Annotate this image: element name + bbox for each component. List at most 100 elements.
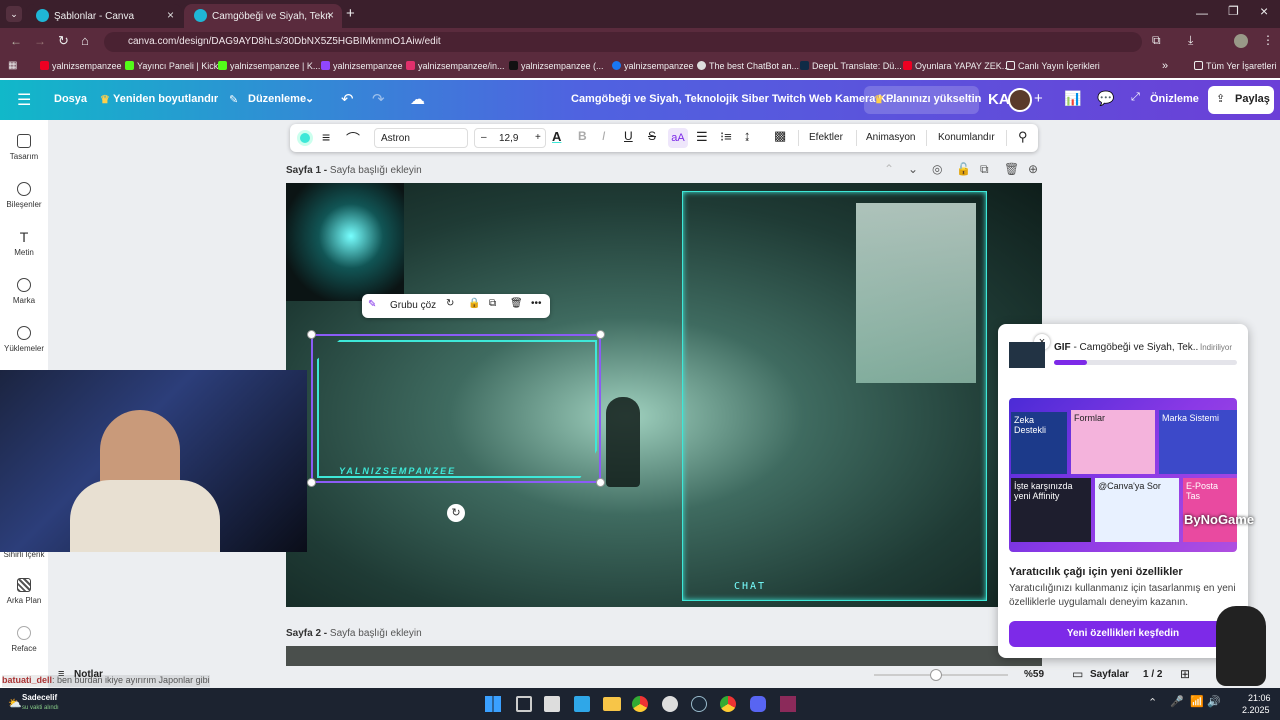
font-size-value[interactable]: 12,9 [499,133,518,144]
pages-button[interactable]: Sayfalar [1090,669,1129,680]
github-icon[interactable] [662,696,678,712]
text-color-icon[interactable]: A [552,129,561,144]
lock-icon[interactable]: 🔓 [956,162,971,176]
sidebar-item-uploads[interactable]: Yüklemeler [0,326,48,353]
share-button[interactable]: ⇪ Paylaş [1208,86,1274,114]
microphone-icon[interactable]: 🎤 [1170,695,1184,708]
cloud-sync-icon[interactable]: ☁ [410,90,425,108]
bookmark-item[interactable]: The best ChatBot an... [697,61,799,71]
hamburger-menu-icon[interactable]: ☰ [17,90,31,110]
sidebar-item-reface[interactable]: Reface [0,626,48,653]
bookmark-item[interactable]: DeepL Translate: Dü... [800,61,902,71]
zoom-slider-knob[interactable] [930,669,942,681]
chevron-down-icon[interactable]: ⌄ [908,162,918,176]
more-bookmarks-icon[interactable]: » [1162,60,1168,72]
grid-view-icon[interactable]: ⊞ [1180,667,1190,681]
bookmark-item[interactable]: Canlı Yayın İçerikleri [1006,61,1100,71]
align-icon[interactable]: ☰ [696,129,708,145]
bookmark-item[interactable]: yalnizsempanzee [40,61,122,71]
effects-button[interactable]: Efektler [809,132,843,143]
home-icon[interactable]: ⌂ [81,33,89,48]
volume-icon[interactable]: 🔊 [1207,695,1221,708]
url-field[interactable]: canva.com/design/DAG9AYD8hLs/30DbNX5Z5HG… [104,32,1142,52]
copy-style-icon[interactable]: ⚲ [1018,129,1028,145]
lock-icon[interactable]: 🔒 [468,298,480,309]
zoom-slider[interactable] [874,669,1008,681]
rotate-handle-icon[interactable]: ↻ [447,504,465,522]
spacing-icon[interactable]: ↨ [744,128,751,143]
underline-icon[interactable]: U [624,129,633,143]
weather-icon[interactable]: ⛅ [8,697,22,710]
bookmark-item[interactable]: Oyunlara YAPAY ZEK... [903,61,1009,71]
menu-dots-icon[interactable]: ⋮ [1262,33,1274,47]
new-tab-icon[interactable]: + [346,5,355,22]
magic-wand-icon[interactable]: ✎ [368,299,376,310]
font-size-stepper[interactable]: – 12,9 + [474,128,546,148]
maximize-icon[interactable]: ❐ [1228,4,1239,18]
start-icon[interactable] [485,696,501,712]
trash-icon[interactable]: 🗑 [1004,162,1019,176]
selected-webcam-frame[interactable]: YALNIZSEMPANZEE [307,330,605,487]
close-window-icon[interactable]: × [1260,3,1268,19]
chevron-up-icon[interactable]: ⌃ [884,162,894,176]
ungroup-button[interactable]: Grubu çöz [390,300,436,311]
extensions-icon[interactable]: ⧉ [1152,33,1161,48]
position-button[interactable]: Konumlandır [938,132,995,143]
clock-date[interactable]: 2.2025 [1242,705,1270,715]
letter-case-icon[interactable]: aA [668,128,688,148]
chrome-icon[interactable] [632,696,648,712]
upgrade-button[interactable]: ♛ Planınızı yükseltin [864,86,981,114]
channel-name-text[interactable]: YALNIZSEMPANZEE [339,466,456,476]
resize-handle[interactable] [596,330,605,339]
explore-features-button[interactable]: Yeni özellikleri keşfedin [1009,621,1237,647]
clock-time[interactable]: 21:06 [1248,693,1271,703]
task-view-icon[interactable] [516,696,532,712]
duplicate-icon[interactable]: ⧉ [980,162,989,177]
minimize-icon[interactable]: — [1196,6,1208,20]
chat-frame[interactable] [682,191,987,601]
curve-icon[interactable]: ⌒ [346,129,360,149]
photos-icon[interactable] [574,696,590,712]
back-icon[interactable]: ← [10,34,22,48]
resize-handle[interactable] [596,478,605,487]
more-options-icon[interactable]: ••• [531,298,542,309]
refresh-icon[interactable]: ↻ [446,298,454,309]
preview-button[interactable]: Önizleme [1150,93,1199,105]
undo-icon[interactable]: ↶ [341,90,354,108]
close-tab-icon[interactable]: × [327,8,334,22]
file-menu[interactable]: Dosya [54,93,87,105]
page-title-input[interactable]: Sayfa başlığı ekleyin [330,628,422,639]
page-title-input[interactable]: Sayfa başlığı ekleyin [330,165,422,176]
resize-button[interactable]: Yeniden boyutlandır [113,93,218,105]
feature-banner[interactable]: Zeka Destekli Formlar Marka Sistemi İşte… [1009,398,1237,552]
close-tab-icon[interactable]: × [167,8,174,22]
download-icon[interactable]: ⤓ [1188,33,1193,48]
resize-handle[interactable] [307,478,316,487]
bookmark-item[interactable]: Yayıncı Paneli | Kick [125,61,218,71]
all-bookmarks[interactable]: Tüm Yer İşaretleri [1194,61,1277,71]
winrar-icon[interactable] [780,696,796,712]
bold-icon[interactable]: B [578,129,587,143]
design-title[interactable]: Camgöbeği ve Siyah, Teknolojik Siber Twi… [571,93,896,105]
bookmark-item[interactable]: yalnizsempanzee [612,61,694,71]
reload-icon[interactable]: ↻ [58,33,69,49]
avatar[interactable] [1008,88,1032,112]
sidebar-item-text[interactable]: T Metin [0,230,48,257]
apps-icon[interactable]: ▦ [8,60,17,71]
chat-label[interactable]: CHAT [734,581,766,592]
strikethrough-icon[interactable]: S [648,129,656,143]
list-icon[interactable]: ⁝≡ [720,129,732,145]
forward-icon[interactable]: → [34,34,46,48]
comment-icon[interactable]: 💬 [1097,90,1114,107]
sidebar-item-design[interactable]: Tasarım [0,134,48,161]
decrease-size-button[interactable]: – [481,132,487,143]
browser-icon[interactable] [720,696,736,712]
trash-icon[interactable]: 🗑 [510,298,523,309]
add-collaborator-icon[interactable]: + [1034,90,1043,107]
zoom-level[interactable]: %59 [1024,669,1044,680]
wifi-icon[interactable]: 📶 [1190,695,1204,708]
tab-design[interactable]: Camgöbeği ve Siyah, Teknolojik × [184,4,342,28]
increase-size-button[interactable]: + [535,132,541,143]
redo-icon[interactable]: ↷ [372,90,385,108]
tab-list-icon[interactable]: ⌄ [6,6,22,22]
